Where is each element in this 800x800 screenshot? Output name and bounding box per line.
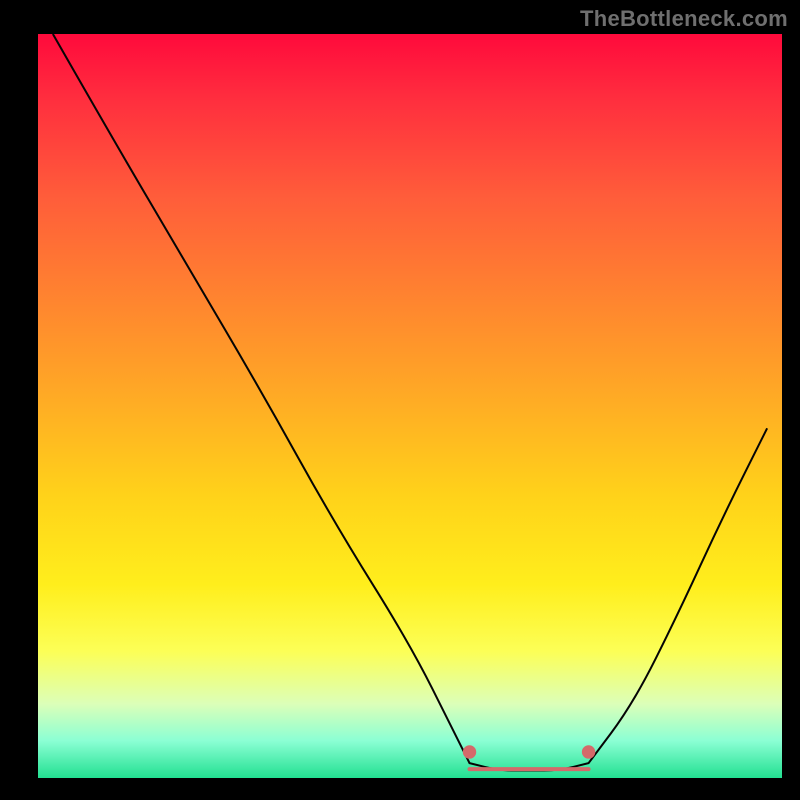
curve-layer <box>38 34 782 778</box>
plot-area <box>38 34 782 778</box>
range-end-dot <box>582 745 595 758</box>
curve-group <box>53 34 767 771</box>
bottleneck-curve <box>53 34 767 771</box>
chart-frame: TheBottleneck.com <box>0 0 800 800</box>
watermark-text: TheBottleneck.com <box>580 6 788 32</box>
range-start-dot <box>463 745 476 758</box>
